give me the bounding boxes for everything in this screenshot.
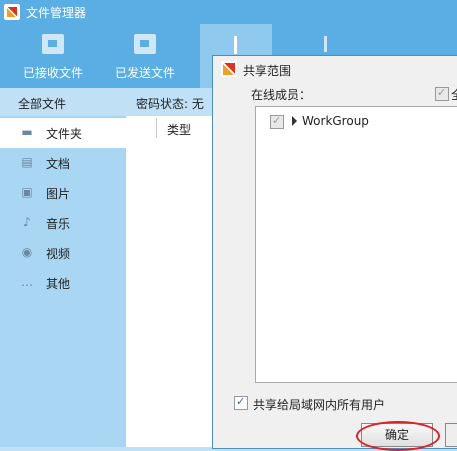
select-all-checkbox[interactable] — [435, 86, 449, 101]
share-all-label: 共享给局域网内所有用户 — [253, 398, 386, 412]
sidebar: 全部文件 ▬ 文件夹 ▤ 文档 ▣ 图片 ♪ 音乐 ◉ 视频 … 其他 — [0, 88, 126, 447]
music-icon: ♪ — [23, 215, 31, 229]
app-logo-icon — [221, 61, 237, 77]
received-files-button[interactable]: 已接收文件 — [10, 24, 96, 88]
video-icon: ◉ — [21, 245, 33, 259]
sidebar-item-label: 文件夹 — [46, 127, 83, 141]
upload-arrow-icon — [225, 34, 247, 54]
received-files-icon — [42, 34, 64, 54]
sidebar-item-other[interactable]: … 其他 — [0, 268, 126, 298]
window-title: 文件管理器 — [26, 6, 87, 20]
sidebar-item-label: 音乐 — [46, 217, 71, 231]
share-scope-dialog: 共享范围 在线成员： 全 WorkGroup 共享给局域网内所有用户 确定 — [212, 55, 457, 451]
document-icon: ▤ — [21, 155, 33, 169]
title-bar: 文件管理器 — [0, 0, 457, 24]
sidebar-item-label: 其他 — [46, 277, 71, 291]
share-all-checkbox[interactable] — [234, 395, 248, 410]
password-status: 密码状态: 无 — [136, 97, 204, 111]
received-files-label: 已接收文件 — [22, 66, 83, 80]
group-name: WorkGroup — [302, 114, 369, 128]
group-checkbox[interactable] — [270, 114, 284, 129]
folder-icon: ▬ — [21, 125, 33, 139]
download-arrow-icon — [315, 34, 337, 54]
sent-files-button[interactable]: 已发送文件 — [102, 24, 188, 88]
sent-files-icon — [134, 34, 156, 54]
all-files-label: 全部文件 — [18, 97, 67, 111]
sidebar-item-images[interactable]: ▣ 图片 — [0, 178, 126, 208]
sent-files-label: 已发送文件 — [114, 66, 175, 80]
sidebar-item-music[interactable]: ♪ 音乐 — [0, 208, 126, 238]
dialog-title-bar: 共享范围 — [213, 56, 457, 82]
sidebar-item-video[interactable]: ◉ 视频 — [0, 238, 126, 268]
sidebar-header[interactable]: 全部文件 — [0, 88, 126, 116]
cancel-button[interactable] — [445, 423, 457, 447]
sidebar-item-label: 图片 — [46, 187, 71, 201]
image-icon: ▣ — [21, 185, 33, 199]
sidebar-item-label: 文档 — [46, 157, 71, 171]
sidebar-item-documents[interactable]: ▤ 文档 — [0, 148, 126, 178]
column-type-label: 类型 — [167, 123, 192, 137]
dialog-title: 共享范围 — [243, 64, 292, 78]
expand-arrow-icon[interactable] — [292, 116, 297, 126]
select-all-label: 全 — [451, 86, 457, 103]
app-logo-icon — [4, 4, 20, 20]
member-list: WorkGroup — [255, 106, 457, 383]
online-members-label: 在线成员： — [251, 88, 312, 102]
sidebar-item-label: 视频 — [46, 247, 71, 261]
sidebar-item-folders[interactable]: ▬ 文件夹 — [0, 118, 126, 148]
more-icon: … — [21, 275, 33, 289]
